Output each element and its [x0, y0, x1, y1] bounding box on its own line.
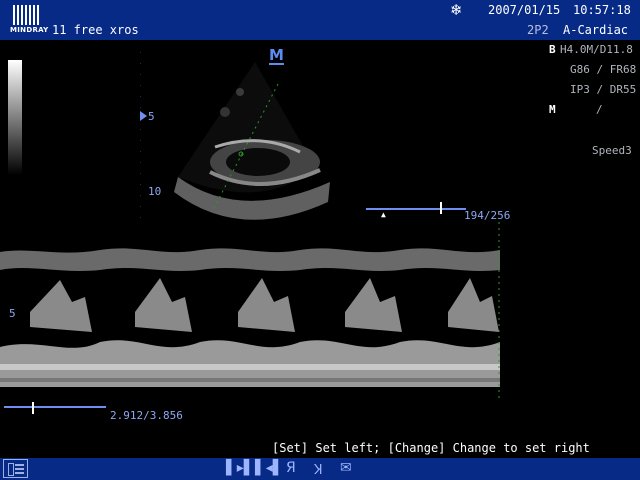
time-slider-track[interactable] — [4, 406, 106, 408]
exam-date: 2007/01/15 — [488, 3, 561, 17]
exam-time: 10:57:18 — [573, 3, 631, 17]
m-param-separator: / — [596, 103, 603, 116]
focus-marker-icon — [140, 111, 147, 121]
mirror-r-icon[interactable]: Я — [286, 460, 296, 478]
status-message: [Set] Set left; [Change] Change to set r… — [272, 441, 590, 455]
mirror-k-icon[interactable]: Ʞ — [314, 460, 323, 478]
sweep-speed: Speed3 — [592, 144, 632, 157]
exam-preset: A-Cardiac — [563, 23, 629, 37]
mmode-depth-label-5: 5 — [9, 307, 16, 320]
ip-dynamic-range: IP3 / DR55 — [570, 83, 637, 96]
grayscale-bar — [8, 60, 22, 175]
set-left-icon[interactable]: ▌▸▌ — [226, 460, 255, 478]
mindray-logo: MINDRAY — [10, 5, 48, 35]
envelope-icon[interactable]: ✉ — [340, 460, 352, 478]
freeze-icon: ❄ — [450, 1, 463, 19]
set-right-icon[interactable]: ▌◂▌ — [255, 460, 284, 478]
probe-name: 2P2 — [527, 23, 549, 37]
freq-depth: H4.0M/D11.8 — [560, 43, 633, 56]
patient-info: 11 free xros — [52, 23, 139, 37]
b-mode-image — [140, 52, 330, 222]
menu-icon[interactable] — [3, 459, 28, 478]
m-line-position: 194/256 — [464, 209, 511, 222]
slider-left-arrow-icon: ▲ — [381, 210, 386, 219]
m-mode-trace — [0, 222, 500, 400]
b-mode-label: B — [549, 43, 556, 56]
time-position: 2.912/3.856 — [110, 409, 183, 422]
m-line-slider-handle[interactable] — [440, 202, 442, 214]
m-mode-label: M — [549, 103, 556, 116]
logo-text: MINDRAY — [10, 26, 49, 34]
depth-label-5: 5 — [148, 110, 155, 123]
time-slider-handle[interactable] — [32, 402, 34, 414]
gain-framerate: G86 / FR68 — [570, 63, 637, 76]
depth-label-10: 10 — [148, 185, 162, 198]
m-line-marker[interactable]: M — [269, 48, 284, 65]
